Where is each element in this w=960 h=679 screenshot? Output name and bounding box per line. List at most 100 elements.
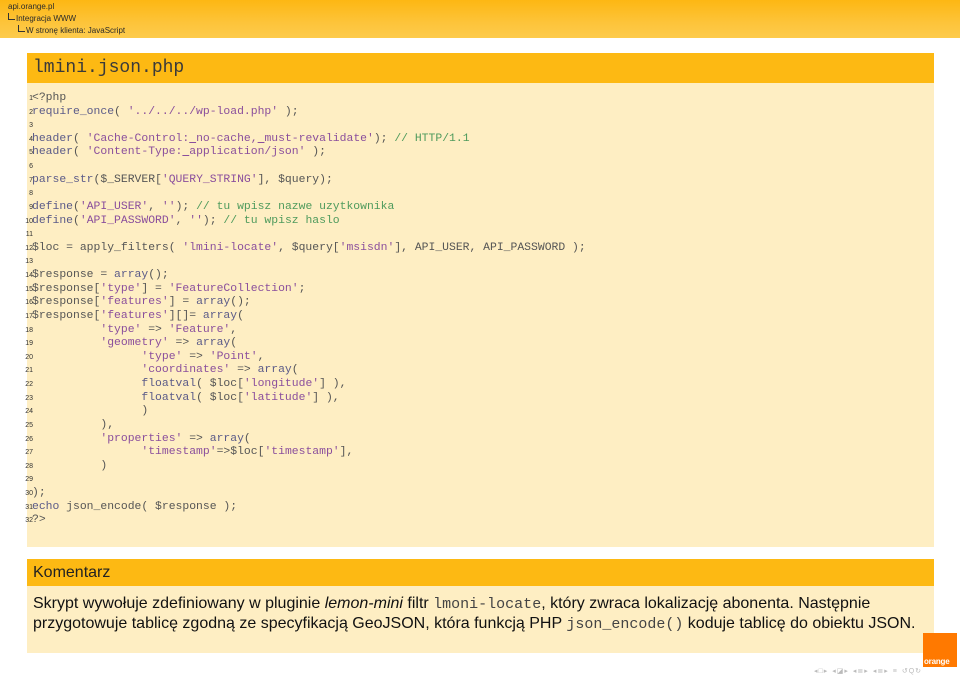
code-token: 'latitude' xyxy=(243,391,313,404)
code-token: (); xyxy=(148,269,169,282)
code-token: ( xyxy=(230,337,238,350)
breadcrumb-label: W stronę klienta: JavaScript xyxy=(26,26,126,35)
code-listing: 1 <?php 2 require_once( '../../../wp-load.p… xyxy=(25,83,934,547)
nav-frame-icon[interactable]: ◂□▸ xyxy=(814,668,828,675)
code-token: '../../../wp-load.php' xyxy=(127,105,279,118)
code-text: $loc = apply_filters( 'lmini-locate', $q… xyxy=(32,242,586,256)
line-number: 13 xyxy=(25,258,33,266)
code-text: 'properties' => array( xyxy=(32,432,250,447)
code-text: ) xyxy=(32,460,107,474)
code-token: ( xyxy=(73,214,80,227)
code-token: $response[ xyxy=(32,309,101,322)
code-token: , xyxy=(175,214,190,227)
comment-text: Skrypt wywołuje zdefiniowany w pluginie … xyxy=(33,594,928,634)
code-text: ); xyxy=(32,487,46,501)
code-token: ( xyxy=(73,200,80,213)
tree-elbow-icon xyxy=(8,13,15,20)
code-block-title-bar: lmini.json.php xyxy=(27,53,934,83)
code-token: ), xyxy=(32,418,115,431)
code-token: // tu wpisz nazwe uzytkownika xyxy=(196,200,395,213)
code-text: 'timestamp'=>$loc['timestamp'], xyxy=(32,446,353,460)
code-text: header( 'Cache-Control: no-cache, must-r… xyxy=(32,133,470,147)
code-text: 'geometry' => array( xyxy=(32,337,237,351)
breadcrumb-subsection[interactable]: W stronę klienta: JavaScript xyxy=(18,25,125,36)
code-token: ][]= xyxy=(168,309,203,322)
code-text: ?> xyxy=(32,514,46,528)
logo-text: orange xyxy=(924,657,950,666)
code-token: 'lmini-locate' xyxy=(182,241,279,254)
code-token: $loc = apply_filters( xyxy=(32,241,183,254)
code-token: => xyxy=(230,364,258,377)
code-token: 'msisdn' xyxy=(339,241,395,254)
code-token: ] ), xyxy=(312,391,340,404)
code-token: ); xyxy=(202,214,224,227)
code-token: => xyxy=(168,337,197,350)
code-token: parse_str xyxy=(32,173,94,186)
code-token: floatval xyxy=(141,378,197,391)
code-token: array xyxy=(196,296,231,309)
breadcrumb-root[interactable]: api.orange.pl xyxy=(8,2,54,12)
beamer-nav-controls: ◂□▸ ◂◪▸ ◂≣▸ ◂≣▸ ≡ ↺Q↻ xyxy=(814,667,960,677)
code-text: define('API_USER', ''); // tu wpisz nazw… xyxy=(32,201,394,215)
code-token: header xyxy=(32,146,74,159)
code-token: 'API_USER' xyxy=(79,200,149,213)
code-token: json_encode( $response ); xyxy=(59,500,238,513)
code-token: 'longitude' xyxy=(243,378,320,391)
nav-section-next-icon[interactable]: ◂≣▸ xyxy=(873,668,889,675)
code-token: 'type' xyxy=(141,350,183,363)
code-token: '' xyxy=(189,214,203,227)
code-text: $response = array(); xyxy=(32,269,169,283)
code-token: application/json' xyxy=(189,146,306,159)
comment-block-title-bar: Komentarz xyxy=(27,559,934,586)
nav-section-icon[interactable]: ◂≣▸ xyxy=(853,668,869,675)
code-text: header( 'Content-Type: application/json'… xyxy=(32,146,326,160)
code-text: $response['features'] = array(); xyxy=(32,296,251,310)
code-token: ?> xyxy=(32,514,46,527)
code-token: 'coordinates' xyxy=(141,364,231,377)
comment-segment: Skrypt wywołuje zdefiniowany w pluginie xyxy=(33,595,325,612)
code-token: ], xyxy=(339,446,354,459)
code-text: ), xyxy=(32,419,114,433)
inline-code: lmoni-locate xyxy=(433,596,542,613)
code-token: => xyxy=(182,432,210,445)
code-token: ) xyxy=(32,405,149,418)
tree-elbow-icon xyxy=(18,25,25,32)
code-token: // HTTP/1.1 xyxy=(394,132,470,145)
code-token: 'timestamp' xyxy=(141,446,217,459)
code-text: require_once( '../../../wp-load.php' ); xyxy=(32,106,299,120)
code-token: 'Content-Type: xyxy=(86,146,183,159)
code-token: , xyxy=(257,350,265,363)
code-token: ( xyxy=(237,309,244,322)
code-token: ] = xyxy=(141,282,169,295)
code-token: '' xyxy=(161,200,176,213)
inline-code: json_encode() xyxy=(566,616,684,633)
code-token: 'Point' xyxy=(209,350,258,363)
code-token: => xyxy=(141,323,169,336)
breadcrumb-section[interactable]: Integracja WWW xyxy=(8,13,76,24)
code-token: ); xyxy=(278,105,299,118)
code-token: , xyxy=(148,200,162,213)
align-icon[interactable]: ≡ xyxy=(893,668,898,675)
comment-segment: filtr xyxy=(402,595,434,612)
code-token: $response = xyxy=(32,269,115,282)
code-text: $response['features'][]= array( xyxy=(32,310,244,324)
search-icon[interactable]: ↺Q↻ xyxy=(902,668,922,675)
breadcrumb-label: api.orange.pl xyxy=(8,2,55,11)
code-token: 'QUERY_STRING' xyxy=(161,173,258,186)
code-token: 'Cache-Control: xyxy=(86,132,190,145)
comment-block-title: Komentarz xyxy=(33,564,111,581)
code-token: array xyxy=(114,269,149,282)
code-token: array xyxy=(209,432,244,445)
nav-subsection-icon[interactable]: ◂◪▸ xyxy=(832,668,849,675)
emphasis-text: lemon-mini xyxy=(324,595,403,612)
code-token: $response[ xyxy=(32,282,101,295)
code-token: <?php xyxy=(32,92,67,104)
code-token: 'type' xyxy=(100,323,142,336)
line-number: 8 xyxy=(29,190,33,198)
